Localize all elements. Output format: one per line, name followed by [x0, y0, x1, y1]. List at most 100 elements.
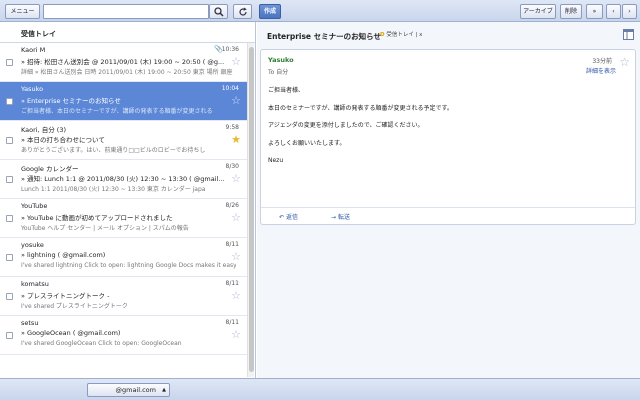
message-row[interactable]: YouTube » YouTube に動画が初めてアップロードされました YouTu… [0, 199, 247, 238]
message-checkbox[interactable] [6, 215, 13, 222]
message-row[interactable]: yosuke » lightning ( @gmail.com) I've shar… [0, 238, 247, 277]
inbox-label-chip[interactable]: D 受信トレイ | x [380, 30, 422, 38]
message-checkbox[interactable] [6, 176, 13, 183]
search-button[interactable] [209, 4, 228, 19]
subject-text: » lightning ( @gmail.com) [21, 251, 106, 259]
message-card: Yasuko To 自分 33分前 詳細を表示 ☆ ご担当者様、 本日のセミナー… [260, 49, 636, 225]
label-icon: D [380, 32, 385, 38]
message-row[interactable]: Kaori, 自分 (3) » 本日の打ち合わせについて ありがとうございます。はい… [0, 121, 247, 160]
message-subject: » 通知: Lunch 1:1 @ 2011/08/30 (火) 12:30 ~… [21, 173, 226, 183]
archive-button[interactable]: アーカイブ [520, 4, 556, 19]
delete-button[interactable]: 削除 [560, 4, 582, 19]
message-checkbox[interactable] [6, 332, 13, 339]
message-body: ご担当者様、 本日のセミナーですが、講師の発表する順番が変更される予定です。 ア… [268, 87, 453, 175]
menu-button[interactable]: メニュー [5, 4, 40, 19]
bottom-bar: @gmail.com ▲ [0, 378, 640, 400]
message-sender: Yasuko [21, 85, 44, 93]
refresh-button[interactable] [233, 4, 252, 19]
message-snippet: I've shared プレスライトニングトーク [21, 303, 128, 310]
body-line: よろしくお願いいたします。 [268, 139, 346, 147]
message-sender: Google カレンダー [21, 165, 79, 173]
message-list-pane: 受信トレイ Kaori M » 招待: 松田さん送別会 @ 2011/09/01 … [0, 22, 256, 378]
search-icon [213, 6, 224, 17]
message-subject: » lightning ( @gmail.com) [21, 251, 226, 259]
message-snippet: ご担当者様、本日のセミナーですが、講師の発表する順番が変更される [21, 108, 213, 115]
refresh-icon [238, 7, 247, 16]
thread-title: Enterprise セミナーのお知らせ [267, 32, 381, 41]
message-row[interactable]: Google カレンダー » 通知: Lunch 1:1 @ 2011/08/30… [0, 160, 247, 199]
compose-button[interactable]: 作成 [259, 4, 281, 19]
message-subject: » プレスライトニングトーク - [21, 290, 226, 300]
panel-toggle-icon[interactable] [623, 29, 634, 40]
message-checkbox[interactable] [6, 254, 13, 261]
forward-button[interactable]: → 転送 [331, 212, 350, 221]
message-row[interactable]: Kaori M » 招待: 松田さん送別会 @ 2011/09/01 (木) 19… [0, 43, 247, 82]
star-icon[interactable]: ☆ [231, 290, 241, 301]
more-button[interactable]: » [586, 4, 603, 19]
message-time: 9:58 [225, 124, 239, 131]
reply-button[interactable]: ↶ 返信 [279, 212, 298, 221]
star-icon[interactable]: ☆ [231, 95, 241, 106]
account-email: @gmail.com [115, 386, 156, 394]
message-checkbox[interactable] [6, 98, 13, 105]
message-time: 10:04 [221, 85, 239, 92]
star-icon[interactable]: ☆ [231, 56, 241, 67]
message-checkbox[interactable] [6, 137, 13, 144]
message-checkbox[interactable] [6, 59, 13, 66]
message-sender: yosuke [21, 241, 44, 249]
reply-label: 返信 [285, 214, 298, 221]
message-row[interactable]: setsu » GoogleOcean ( @gmail.com) I've sha… [0, 316, 247, 355]
message-subject: » Enterprise セミナーのお知らせ [21, 95, 226, 105]
message-time: 33分前 [592, 58, 612, 65]
caret-up-icon: ▲ [162, 387, 166, 393]
message-sender: YouTube [21, 202, 48, 210]
message-time: 8/30 [225, 163, 239, 170]
message-actions: ↶ 返信 → 転送 [261, 207, 635, 224]
body-signature: Nezu [268, 157, 284, 164]
star-icon[interactable]: ☆ [231, 329, 241, 340]
subject-text: » GoogleOcean ( @gmail.com) [21, 329, 121, 337]
message-subject: » 本日の打ち合わせについて [21, 134, 226, 144]
body-line: ご担当者様、 [268, 87, 305, 94]
body-line: アジェンダの変更を添付しましたので、ご確認ください。 [268, 122, 424, 129]
message-sender: Kaori, 自分 (3) [21, 126, 66, 134]
show-details-link[interactable]: 詳細を表示 [586, 66, 616, 75]
message-recipient: To 自分 [268, 69, 289, 76]
forward-icon: → [331, 214, 337, 221]
message-snippet: 詳細 » 松田さん送別会 日時 2011/09/01 (木) 19:00 ~ 2… [21, 69, 233, 76]
star-icon[interactable]: ☆ [231, 212, 241, 223]
next-button[interactable]: › [622, 4, 637, 19]
reading-pane: Enterprise セミナーのお知らせ D 受信トレイ | x Yasuko … [257, 22, 640, 378]
message-row[interactable]: komatsu » プレスライトニングトーク - I've shared プレスライ… [0, 277, 247, 316]
top-toolbar: メニュー 作成 アーカイブ 削除 » ‹ › [0, 0, 640, 22]
message-checkbox[interactable] [6, 293, 13, 300]
subject-text: » YouTube に動画が初めてアップロードされました [21, 214, 173, 222]
message-subject: » 招待: 松田さん送別会 @ 2011/09/01 (木) 19:00 ~ 2… [21, 56, 226, 66]
message-snippet: Lunch 1:1 2011/08/30 (火) 12:30 ~ 13:30 東… [21, 186, 206, 193]
subject-text: » 招待: 松田さん送別会 @ 2011/09/01 (木) 19:00 ~ 2… [21, 58, 206, 66]
message-sender[interactable]: Yasuko [268, 56, 294, 64]
message-subject: » GoogleOcean ( @gmail.com) [21, 329, 226, 337]
message-sender: setsu [21, 319, 39, 327]
search-input[interactable] [43, 4, 209, 19]
subject-text: » 通知: Lunch 1:1 @ 2011/08/30 (火) 12:30 ~… [21, 175, 192, 183]
star-icon[interactable]: ★ [231, 134, 241, 145]
message-time: 8/11 [225, 319, 239, 326]
subject-tail: @gmail... [193, 175, 225, 183]
star-icon[interactable]: ☆ [619, 55, 630, 69]
star-icon[interactable]: ☆ [231, 173, 241, 184]
inbox-title: 受信トレイ [0, 22, 255, 43]
message-row[interactable]: Yasuko » Enterprise セミナーのお知らせ ご担当者様、本日のセミナ… [0, 82, 247, 121]
subject-tail: @g... [207, 58, 225, 66]
scrollbar-thumb[interactable] [249, 47, 254, 372]
prev-button[interactable]: ‹ [606, 4, 621, 19]
star-icon[interactable]: ☆ [231, 251, 241, 262]
message-snippet: I've shared lightning Click to open: lig… [21, 262, 236, 269]
message-time: 8/26 [225, 202, 239, 209]
reply-icon: ↶ [279, 214, 285, 221]
message-time: 8/11 [225, 280, 239, 287]
subject-text: » 本日の打ち合わせについて [21, 136, 105, 144]
message-list-scrollbar[interactable] [247, 43, 254, 377]
account-switcher[interactable]: @gmail.com ▲ [87, 383, 170, 397]
message-time: 8/11 [225, 241, 239, 248]
